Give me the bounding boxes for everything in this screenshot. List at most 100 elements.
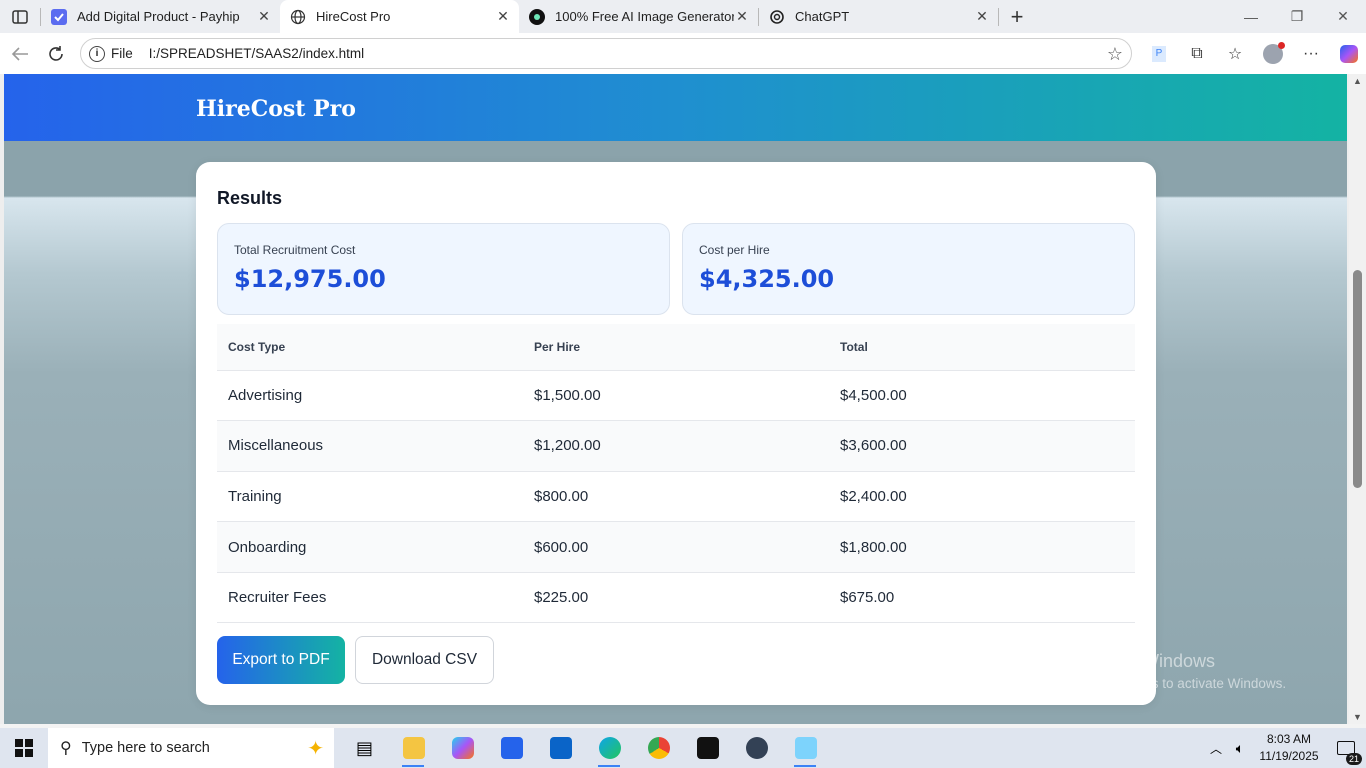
app-helmet-button[interactable]: [732, 728, 781, 768]
more-options-icon[interactable]: ···: [1292, 38, 1330, 70]
table-row: Training $800.00 $2,400.00: [217, 471, 1135, 523]
page-viewport: HireCost Pro Results Total Recruitment C…: [0, 74, 1366, 724]
app-header: HireCost Pro: [4, 74, 1347, 141]
sidebar-toggle-icon: [12, 9, 28, 24]
ai-generator-favicon-icon: [529, 8, 545, 25]
task-view-button[interactable]: ▤: [340, 728, 389, 768]
windows-logo-icon: [15, 739, 33, 757]
address-bar[interactable]: i File I:/SPREADSHET/SAAS2/index.html ☆: [80, 38, 1132, 69]
extension-p-icon[interactable]: P: [1140, 38, 1178, 70]
clock-date: 11/19/2025: [1259, 749, 1319, 763]
notification-badge: 21: [1345, 753, 1362, 765]
total-cell: $2,400.00: [829, 471, 1135, 523]
download-csv-button[interactable]: Download CSV: [355, 636, 494, 684]
total-cost-stat: Total Recruitment Cost $12,975.00: [217, 223, 670, 315]
outlook-button[interactable]: [536, 728, 585, 768]
extensions-puzzle-icon[interactable]: ⧉: [1178, 38, 1216, 70]
page-edge: [0, 74, 4, 724]
refresh-button[interactable]: [38, 38, 74, 70]
column-header: Total: [829, 324, 1135, 371]
capcut-icon: [696, 737, 719, 759]
system-tray: ︿ 🔈︎ 8:03 AM 11/19/2025 21: [1204, 728, 1366, 768]
restore-button[interactable]: ❐: [1274, 0, 1320, 33]
per-hire-cell: $800.00: [523, 471, 829, 523]
notepad-button[interactable]: [781, 728, 830, 768]
column-header: Per Hire: [523, 324, 829, 371]
taskbar-clock[interactable]: 8:03 AM 11/19/2025: [1252, 731, 1326, 765]
browser-tab-strip: Add Digital Product - Payhip ✕ HireCost …: [0, 0, 1366, 33]
per-hire-cell: $1,500.00: [523, 370, 829, 422]
microsoft-store-button[interactable]: [487, 728, 536, 768]
per-hire-cell: $600.00: [523, 521, 829, 573]
helmet-icon: [745, 737, 768, 759]
total-cell: $1,800.00: [829, 521, 1135, 573]
cost-type-cell: Advertising: [217, 370, 523, 422]
copilot-sparkle-icon: ✦: [307, 738, 324, 760]
per-hire-cell: $225.00: [523, 572, 829, 624]
per-hire-cell: $1,200.00: [523, 420, 829, 472]
refresh-icon: [49, 45, 63, 61]
total-cell: $4,500.00: [829, 370, 1135, 422]
page-scrollbar[interactable]: ▲ ▼: [1349, 74, 1366, 724]
notification-center-button[interactable]: 21: [1326, 741, 1366, 765]
edge-icon: [598, 737, 621, 759]
watermark-title: Activate Windows: [1073, 651, 1216, 671]
stat-value: $4,325.00: [699, 265, 835, 293]
tab-actions-button[interactable]: [0, 0, 40, 33]
edge-button[interactable]: [585, 728, 634, 768]
clock-time: 8:03 AM: [1266, 732, 1312, 746]
column-header: Cost Type: [217, 324, 523, 371]
scroll-down-arrow-icon[interactable]: ▼: [1353, 712, 1362, 722]
table-row: Advertising $1,500.00 $4,500.00: [217, 370, 1135, 422]
copilot-icon: [451, 737, 474, 759]
close-window-button[interactable]: ✕: [1320, 0, 1366, 33]
tab-chatgpt[interactable]: ChatGPT ✕: [759, 0, 998, 33]
notepad-icon: [794, 737, 817, 759]
stat-label: Cost per Hire: [699, 243, 770, 257]
store-icon: [500, 737, 523, 759]
stat-value: $12,975.00: [234, 265, 386, 293]
site-info-icon[interactable]: i: [89, 45, 105, 62]
activate-windows-watermark: Activate Windows Go to Settings to activ…: [1073, 651, 1286, 691]
scrollbar-thumb[interactable]: [1353, 270, 1362, 488]
close-tab-icon[interactable]: ✕: [974, 8, 990, 25]
outlook-icon: [549, 737, 572, 759]
tab-title: 100% Free AI Image Generator | T: [555, 9, 734, 24]
total-cell: $675.00: [829, 572, 1135, 624]
profile-avatar[interactable]: [1254, 38, 1292, 70]
copilot-icon[interactable]: [1330, 38, 1366, 70]
browser-toolbar: i File I:/SPREADSHET/SAAS2/index.html ☆ …: [0, 33, 1366, 74]
new-tab-button[interactable]: +: [999, 0, 1035, 33]
chrome-button[interactable]: [634, 728, 683, 768]
tab-payhip[interactable]: Add Digital Product - Payhip ✕: [41, 0, 280, 33]
export-pdf-button[interactable]: Export to PDF: [217, 636, 345, 684]
start-button[interactable]: [0, 728, 48, 768]
close-tab-icon[interactable]: ✕: [734, 8, 750, 25]
folder-icon: [402, 737, 425, 759]
capcut-button[interactable]: [683, 728, 732, 768]
cost-type-cell: Recruiter Fees: [217, 572, 523, 624]
favorite-star-icon[interactable]: ☆: [1107, 44, 1123, 65]
close-tab-icon[interactable]: ✕: [256, 8, 272, 25]
tab-hirecost-pro[interactable]: HireCost Pro ✕: [280, 0, 519, 33]
minimize-button[interactable]: —: [1228, 0, 1274, 33]
brand-title: HireCost Pro: [196, 96, 356, 122]
favorites-icon[interactable]: ☆: [1216, 38, 1254, 70]
search-placeholder: Type here to search: [81, 740, 210, 756]
tab-title: ChatGPT: [795, 9, 850, 24]
show-hidden-icons-icon[interactable]: ︿: [1204, 740, 1228, 757]
taskbar-search-box[interactable]: ⚲ Type here to search ✦: [48, 728, 334, 768]
cost-type-cell: Training: [217, 471, 523, 523]
close-tab-icon[interactable]: ✕: [495, 8, 511, 25]
results-card: Results Total Recruitment Cost $12,975.0…: [196, 162, 1156, 705]
copilot-app-button[interactable]: [438, 728, 487, 768]
chrome-icon: [647, 737, 670, 759]
volume-icon[interactable]: 🔈︎: [1228, 740, 1252, 757]
file-explorer-button[interactable]: [389, 728, 438, 768]
table-row: Recruiter Fees $225.00 $675.00: [217, 572, 1135, 624]
scroll-up-arrow-icon[interactable]: ▲: [1353, 76, 1362, 86]
tab-ai-image-generator[interactable]: 100% Free AI Image Generator | T ✕: [519, 0, 758, 33]
back-button[interactable]: [2, 38, 38, 70]
windows-taskbar: ⚲ Type here to search ✦ ▤ ︿ 🔈︎ 8:03 AM 1…: [0, 728, 1366, 768]
table-row: Onboarding $600.00 $1,800.00: [217, 521, 1135, 573]
